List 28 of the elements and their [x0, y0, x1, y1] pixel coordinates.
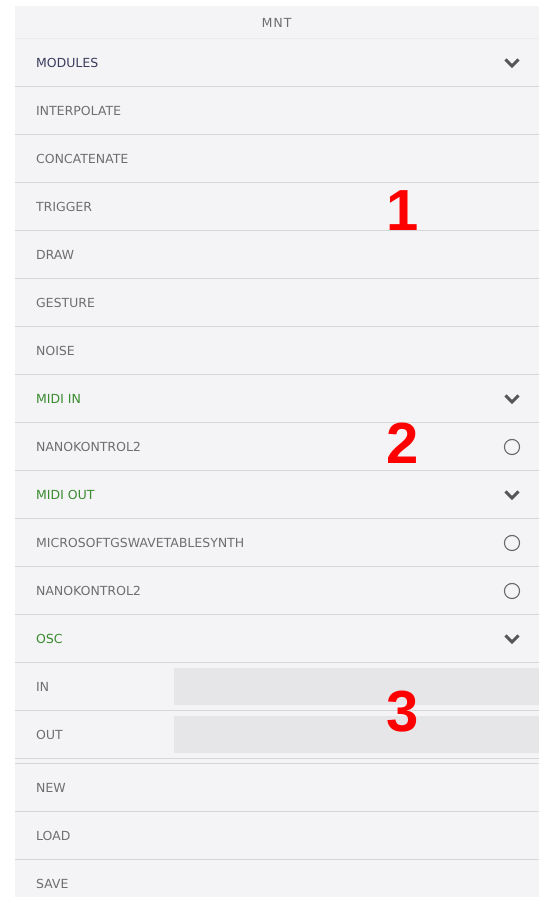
- chevron-icon: [503, 632, 521, 644]
- menu-item[interactable]: INTERPOLATE: [36, 103, 121, 118]
- section-header[interactable]: MODULES: [15, 39, 539, 87]
- radio-button[interactable]: [503, 582, 521, 600]
- app-title: MNT: [15, 6, 539, 39]
- menu-item[interactable]: MICROSOFTGSWAVETABLESYNTH: [36, 535, 244, 550]
- menu-item[interactable]: OUT: [36, 727, 63, 742]
- annotation-number: 3: [386, 683, 418, 741]
- radio-button[interactable]: [503, 438, 521, 456]
- menu-item[interactable]: GESTURE: [36, 295, 95, 310]
- chevron-icon: [503, 56, 521, 68]
- menu-item[interactable]: LOAD: [36, 828, 70, 843]
- section-header[interactable]: MIDI IN: [15, 375, 539, 423]
- menu-item[interactable]: TRIGGER: [36, 199, 92, 214]
- section-header[interactable]: MIDI OUT: [15, 471, 539, 519]
- menu-item[interactable]: NEW: [36, 780, 66, 795]
- menu-item[interactable]: DRAW: [36, 247, 74, 262]
- menu-item[interactable]: NANOKONTROL2: [36, 439, 141, 454]
- menu-item[interactable]: CONCATENATE: [36, 151, 128, 166]
- chevron-icon: [503, 392, 521, 404]
- menu-item[interactable]: NOISE: [36, 343, 75, 358]
- menu-item[interactable]: NANOKONTROL2: [36, 583, 141, 598]
- section-header[interactable]: OSC: [15, 615, 539, 663]
- menu-item[interactable]: SAVE: [36, 876, 68, 891]
- radio-button[interactable]: [503, 534, 521, 552]
- annotation-number: 1: [386, 182, 418, 240]
- chevron-icon: [503, 488, 521, 500]
- menu-item[interactable]: IN: [36, 679, 50, 694]
